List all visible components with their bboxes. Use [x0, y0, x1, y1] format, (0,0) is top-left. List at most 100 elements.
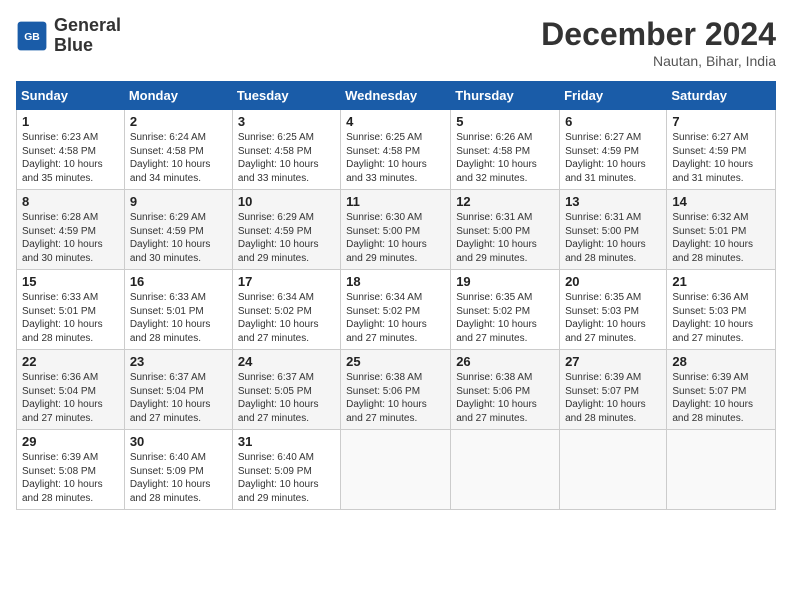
day-info: Sunrise: 6:40 AM Sunset: 5:09 PM Dayligh…	[238, 451, 335, 505]
calendar-table: Sunday Monday Tuesday Wednesday Thursday…	[16, 81, 776, 510]
logo-line1: General	[54, 16, 121, 36]
day-number: 8	[22, 194, 119, 209]
table-row: 4 Sunrise: 6:25 AM Sunset: 4:58 PM Dayli…	[341, 110, 451, 190]
col-sunday: Sunday	[17, 82, 125, 110]
day-info: Sunrise: 6:40 AM Sunset: 5:09 PM Dayligh…	[130, 451, 227, 505]
logo: GB General Blue	[16, 16, 121, 56]
day-info: Sunrise: 6:27 AM Sunset: 4:59 PM Dayligh…	[672, 131, 770, 185]
table-row: 10 Sunrise: 6:29 AM Sunset: 4:59 PM Dayl…	[232, 190, 340, 270]
table-row	[560, 430, 667, 510]
day-number: 18	[346, 274, 445, 289]
day-info: Sunrise: 6:37 AM Sunset: 5:04 PM Dayligh…	[130, 371, 227, 425]
table-row: 7 Sunrise: 6:27 AM Sunset: 4:59 PM Dayli…	[667, 110, 776, 190]
table-row: 21 Sunrise: 6:36 AM Sunset: 5:03 PM Dayl…	[667, 270, 776, 350]
day-info: Sunrise: 6:29 AM Sunset: 4:59 PM Dayligh…	[130, 211, 227, 265]
day-number: 29	[22, 434, 119, 449]
table-row: 24 Sunrise: 6:37 AM Sunset: 5:05 PM Dayl…	[232, 350, 340, 430]
day-number: 1	[22, 114, 119, 129]
table-row	[451, 430, 560, 510]
day-info: Sunrise: 6:35 AM Sunset: 5:02 PM Dayligh…	[456, 291, 554, 345]
calendar-week-row: 15 Sunrise: 6:33 AM Sunset: 5:01 PM Dayl…	[17, 270, 776, 350]
day-number: 10	[238, 194, 335, 209]
day-info: Sunrise: 6:29 AM Sunset: 4:59 PM Dayligh…	[238, 211, 335, 265]
day-number: 20	[565, 274, 661, 289]
table-row: 28 Sunrise: 6:39 AM Sunset: 5:07 PM Dayl…	[667, 350, 776, 430]
day-number: 11	[346, 194, 445, 209]
table-row: 27 Sunrise: 6:39 AM Sunset: 5:07 PM Dayl…	[560, 350, 667, 430]
col-thursday: Thursday	[451, 82, 560, 110]
day-info: Sunrise: 6:36 AM Sunset: 5:04 PM Dayligh…	[22, 371, 119, 425]
day-info: Sunrise: 6:27 AM Sunset: 4:59 PM Dayligh…	[565, 131, 661, 185]
table-row: 19 Sunrise: 6:35 AM Sunset: 5:02 PM Dayl…	[451, 270, 560, 350]
table-row: 11 Sunrise: 6:30 AM Sunset: 5:00 PM Dayl…	[341, 190, 451, 270]
table-row: 12 Sunrise: 6:31 AM Sunset: 5:00 PM Dayl…	[451, 190, 560, 270]
logo-line2: Blue	[54, 36, 121, 56]
calendar-week-row: 8 Sunrise: 6:28 AM Sunset: 4:59 PM Dayli…	[17, 190, 776, 270]
day-number: 27	[565, 354, 661, 369]
day-info: Sunrise: 6:38 AM Sunset: 5:06 PM Dayligh…	[346, 371, 445, 425]
table-row: 20 Sunrise: 6:35 AM Sunset: 5:03 PM Dayl…	[560, 270, 667, 350]
day-number: 24	[238, 354, 335, 369]
table-row: 8 Sunrise: 6:28 AM Sunset: 4:59 PM Dayli…	[17, 190, 125, 270]
table-row: 1 Sunrise: 6:23 AM Sunset: 4:58 PM Dayli…	[17, 110, 125, 190]
day-info: Sunrise: 6:39 AM Sunset: 5:08 PM Dayligh…	[22, 451, 119, 505]
day-info: Sunrise: 6:26 AM Sunset: 4:58 PM Dayligh…	[456, 131, 554, 185]
day-number: 4	[346, 114, 445, 129]
day-number: 6	[565, 114, 661, 129]
day-number: 12	[456, 194, 554, 209]
day-number: 13	[565, 194, 661, 209]
day-number: 26	[456, 354, 554, 369]
table-row: 29 Sunrise: 6:39 AM Sunset: 5:08 PM Dayl…	[17, 430, 125, 510]
day-number: 2	[130, 114, 227, 129]
day-info: Sunrise: 6:37 AM Sunset: 5:05 PM Dayligh…	[238, 371, 335, 425]
day-number: 30	[130, 434, 227, 449]
day-info: Sunrise: 6:35 AM Sunset: 5:03 PM Dayligh…	[565, 291, 661, 345]
location: Nautan, Bihar, India	[541, 53, 776, 69]
table-row: 16 Sunrise: 6:33 AM Sunset: 5:01 PM Dayl…	[124, 270, 232, 350]
day-info: Sunrise: 6:39 AM Sunset: 5:07 PM Dayligh…	[672, 371, 770, 425]
month-year: December 2024	[541, 16, 776, 53]
table-row	[341, 430, 451, 510]
table-row: 6 Sunrise: 6:27 AM Sunset: 4:59 PM Dayli…	[560, 110, 667, 190]
table-row: 26 Sunrise: 6:38 AM Sunset: 5:06 PM Dayl…	[451, 350, 560, 430]
page-header: GB General Blue December 2024 Nautan, Bi…	[16, 16, 776, 69]
day-info: Sunrise: 6:36 AM Sunset: 5:03 PM Dayligh…	[672, 291, 770, 345]
day-number: 15	[22, 274, 119, 289]
svg-text:GB: GB	[24, 32, 40, 43]
day-info: Sunrise: 6:32 AM Sunset: 5:01 PM Dayligh…	[672, 211, 770, 265]
table-row: 23 Sunrise: 6:37 AM Sunset: 5:04 PM Dayl…	[124, 350, 232, 430]
calendar-week-row: 22 Sunrise: 6:36 AM Sunset: 5:04 PM Dayl…	[17, 350, 776, 430]
day-info: Sunrise: 6:33 AM Sunset: 5:01 PM Dayligh…	[22, 291, 119, 345]
table-row: 31 Sunrise: 6:40 AM Sunset: 5:09 PM Dayl…	[232, 430, 340, 510]
day-number: 21	[672, 274, 770, 289]
day-number: 16	[130, 274, 227, 289]
table-row: 9 Sunrise: 6:29 AM Sunset: 4:59 PM Dayli…	[124, 190, 232, 270]
day-info: Sunrise: 6:23 AM Sunset: 4:58 PM Dayligh…	[22, 131, 119, 185]
day-number: 22	[22, 354, 119, 369]
table-row: 5 Sunrise: 6:26 AM Sunset: 4:58 PM Dayli…	[451, 110, 560, 190]
table-row: 25 Sunrise: 6:38 AM Sunset: 5:06 PM Dayl…	[341, 350, 451, 430]
day-info: Sunrise: 6:31 AM Sunset: 5:00 PM Dayligh…	[456, 211, 554, 265]
day-number: 31	[238, 434, 335, 449]
day-number: 7	[672, 114, 770, 129]
day-number: 3	[238, 114, 335, 129]
table-row: 14 Sunrise: 6:32 AM Sunset: 5:01 PM Dayl…	[667, 190, 776, 270]
day-info: Sunrise: 6:28 AM Sunset: 4:59 PM Dayligh…	[22, 211, 119, 265]
day-info: Sunrise: 6:34 AM Sunset: 5:02 PM Dayligh…	[238, 291, 335, 345]
col-wednesday: Wednesday	[341, 82, 451, 110]
day-number: 9	[130, 194, 227, 209]
col-friday: Friday	[560, 82, 667, 110]
day-info: Sunrise: 6:34 AM Sunset: 5:02 PM Dayligh…	[346, 291, 445, 345]
day-info: Sunrise: 6:25 AM Sunset: 4:58 PM Dayligh…	[238, 131, 335, 185]
day-info: Sunrise: 6:39 AM Sunset: 5:07 PM Dayligh…	[565, 371, 661, 425]
table-row: 30 Sunrise: 6:40 AM Sunset: 5:09 PM Dayl…	[124, 430, 232, 510]
table-row: 17 Sunrise: 6:34 AM Sunset: 5:02 PM Dayl…	[232, 270, 340, 350]
table-row: 18 Sunrise: 6:34 AM Sunset: 5:02 PM Dayl…	[341, 270, 451, 350]
day-number: 5	[456, 114, 554, 129]
table-row: 3 Sunrise: 6:25 AM Sunset: 4:58 PM Dayli…	[232, 110, 340, 190]
table-row: 15 Sunrise: 6:33 AM Sunset: 5:01 PM Dayl…	[17, 270, 125, 350]
logo-icon: GB	[16, 20, 48, 52]
day-info: Sunrise: 6:31 AM Sunset: 5:00 PM Dayligh…	[565, 211, 661, 265]
day-info: Sunrise: 6:38 AM Sunset: 5:06 PM Dayligh…	[456, 371, 554, 425]
table-row: 13 Sunrise: 6:31 AM Sunset: 5:00 PM Dayl…	[560, 190, 667, 270]
